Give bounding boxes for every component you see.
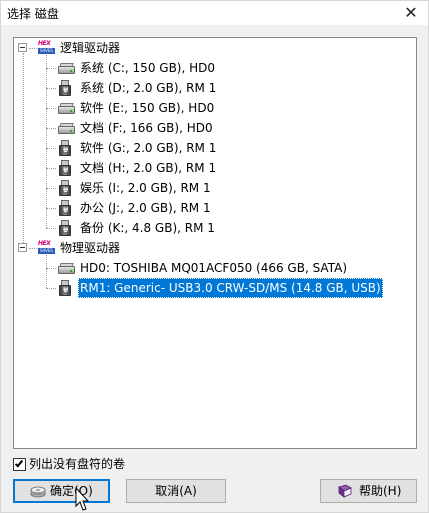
tree-connector [46, 288, 56, 289]
help-button-label: 帮助(H) [359, 484, 402, 498]
list-unlettered-checkbox[interactable] [13, 458, 26, 471]
tree-item-label: 文档 (H:, 2.0 GB), RM 1 [80, 161, 217, 175]
drive-tree[interactable]: HEX SAVES 逻辑驱动器 系统 (C:, 150 GB), HD0 ⊍ 系统 (D:… [13, 37, 417, 449]
usb-icon: ⊍ [58, 220, 73, 237]
usb-icon: ⊍ [58, 180, 73, 197]
usb-icon: ⊍ [58, 160, 73, 177]
tree-connector [46, 148, 56, 149]
tree-connector [46, 208, 56, 209]
select-disk-dialog: 选择 磁盘 ✕ HEX SAVES 逻辑驱动器 系统 (C:, 150 GB), HD… [0, 0, 429, 513]
help-button[interactable]: 帮助(H) [320, 479, 417, 503]
tree-connector [46, 188, 56, 189]
hdd-icon [58, 262, 75, 275]
tree-connector [46, 255, 47, 288]
hdd-icon [58, 102, 75, 115]
tree-connector [46, 228, 56, 229]
tree-item-label: 系统 (D:, 2.0 GB), RM 1 [80, 81, 217, 95]
usb-icon: ⊍ [58, 140, 73, 157]
cancel-button-label: 取消(A) [155, 484, 197, 498]
tree-connector [46, 88, 56, 89]
hex-icon-text-bottom: SAVES [38, 48, 55, 54]
cancel-button[interactable]: 取消(A) [126, 479, 226, 503]
tree-item-label: 系统 (C:, 150 GB), HD0 [80, 61, 216, 75]
hdd-icon [58, 122, 75, 135]
tree-item-label: HD0: TOSHIBA MQ01ACF050 (466 GB, SATA) [80, 261, 347, 275]
hex-icon: HEX SAVES [38, 40, 55, 55]
tree-item-label: 备份 (K:, 4.8 GB), RM 1 [80, 221, 215, 235]
collapse-toggle-icon[interactable] [18, 243, 27, 252]
tree-connector [46, 68, 56, 69]
tree-connector [46, 128, 56, 129]
list-unlettered-label: 列出没有盘符的卷 [29, 457, 126, 471]
close-icon[interactable]: ✕ [400, 2, 422, 24]
help-book-icon [338, 484, 352, 498]
checkmark-icon [14, 458, 24, 468]
usb-icon: ⊍ [58, 200, 73, 217]
tree-connector [46, 55, 47, 228]
tree-connector [46, 268, 56, 269]
tree-item-label: 办公 (J:, 2.0 GB), RM 1 [80, 201, 211, 215]
tree-connector [46, 168, 56, 169]
tree-item-label: 软件 (E:, 150 GB), HD0 [80, 101, 215, 115]
tree-connector [29, 48, 37, 49]
disk-icon [30, 486, 46, 498]
tree-item-label: 文档 (F:, 166 GB), HD0 [80, 121, 213, 135]
hex-icon-text-top: HEX [38, 240, 51, 247]
usb-icon: ⊍ [58, 80, 73, 97]
title-bar: 选择 磁盘 ✕ [1, 1, 428, 25]
tree-connector [29, 248, 37, 249]
hex-icon-text-bottom: SAVES [38, 248, 55, 254]
tree-group-label: 物理驱动器 [60, 241, 121, 255]
ok-button[interactable]: 确定(O) [13, 479, 110, 503]
tree-item-label: RM1: Generic- USB3.0 CRW-SD/MS (14.8 GB,… [78, 278, 383, 298]
dialog-title: 选择 磁盘 [7, 7, 59, 21]
hex-icon-text-top: HEX [38, 40, 51, 47]
hdd-icon [58, 62, 75, 75]
mouse-cursor-icon [75, 487, 90, 511]
tree-connector [46, 108, 56, 109]
tree-item-label: 娱乐 (I:, 2.0 GB), RM 1 [80, 181, 211, 195]
usb-icon: ⊍ [58, 280, 73, 297]
tree-item-label: 软件 (G:, 2.0 GB), RM 1 [80, 141, 217, 155]
tree-connector [23, 53, 24, 243]
collapse-toggle-icon[interactable] [18, 43, 27, 52]
hex-icon: HEX SAVES [38, 240, 55, 255]
tree-group-label: 逻辑驱动器 [60, 41, 121, 55]
